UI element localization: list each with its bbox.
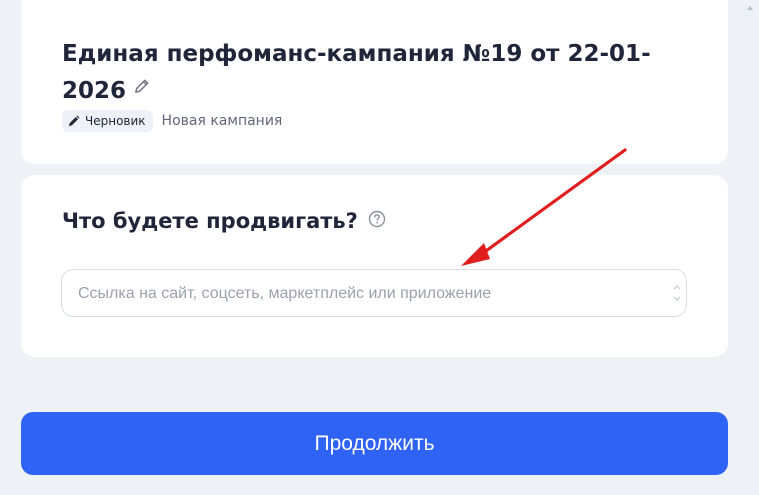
- promo-section-title-text: Что будете продвигать?: [62, 209, 358, 233]
- edit-title-pencil-icon[interactable]: [132, 71, 151, 108]
- status-badge-label: Черновик: [85, 114, 146, 128]
- help-question-icon[interactable]: [368, 209, 386, 233]
- campaign-note: Новая кампания: [161, 113, 283, 129]
- campaign-header-card: Единая перфоманс-кампания №19 от 22-01-2…: [21, 0, 728, 164]
- campaign-title: Единая перфоманс-кампания №19 от 22-01-2…: [62, 36, 662, 110]
- campaign-meta: Черновик Новая кампания: [62, 110, 282, 132]
- pencil-icon: [69, 115, 80, 126]
- promo-url-field[interactable]: [61, 269, 687, 318]
- promo-target-card: Что будете продвигать?: [21, 175, 728, 357]
- continue-button[interactable]: Продолжить: [21, 412, 728, 475]
- promo-section-title: Что будете продвигать?: [62, 209, 386, 233]
- stepper-arrows-icon[interactable]: [673, 284, 681, 302]
- promo-url-input[interactable]: [76, 270, 660, 318]
- scroll-up-arrow-icon[interactable]: [747, 6, 753, 10]
- status-badge: Черновик: [62, 110, 153, 132]
- page-scrollbar[interactable]: [739, 0, 759, 495]
